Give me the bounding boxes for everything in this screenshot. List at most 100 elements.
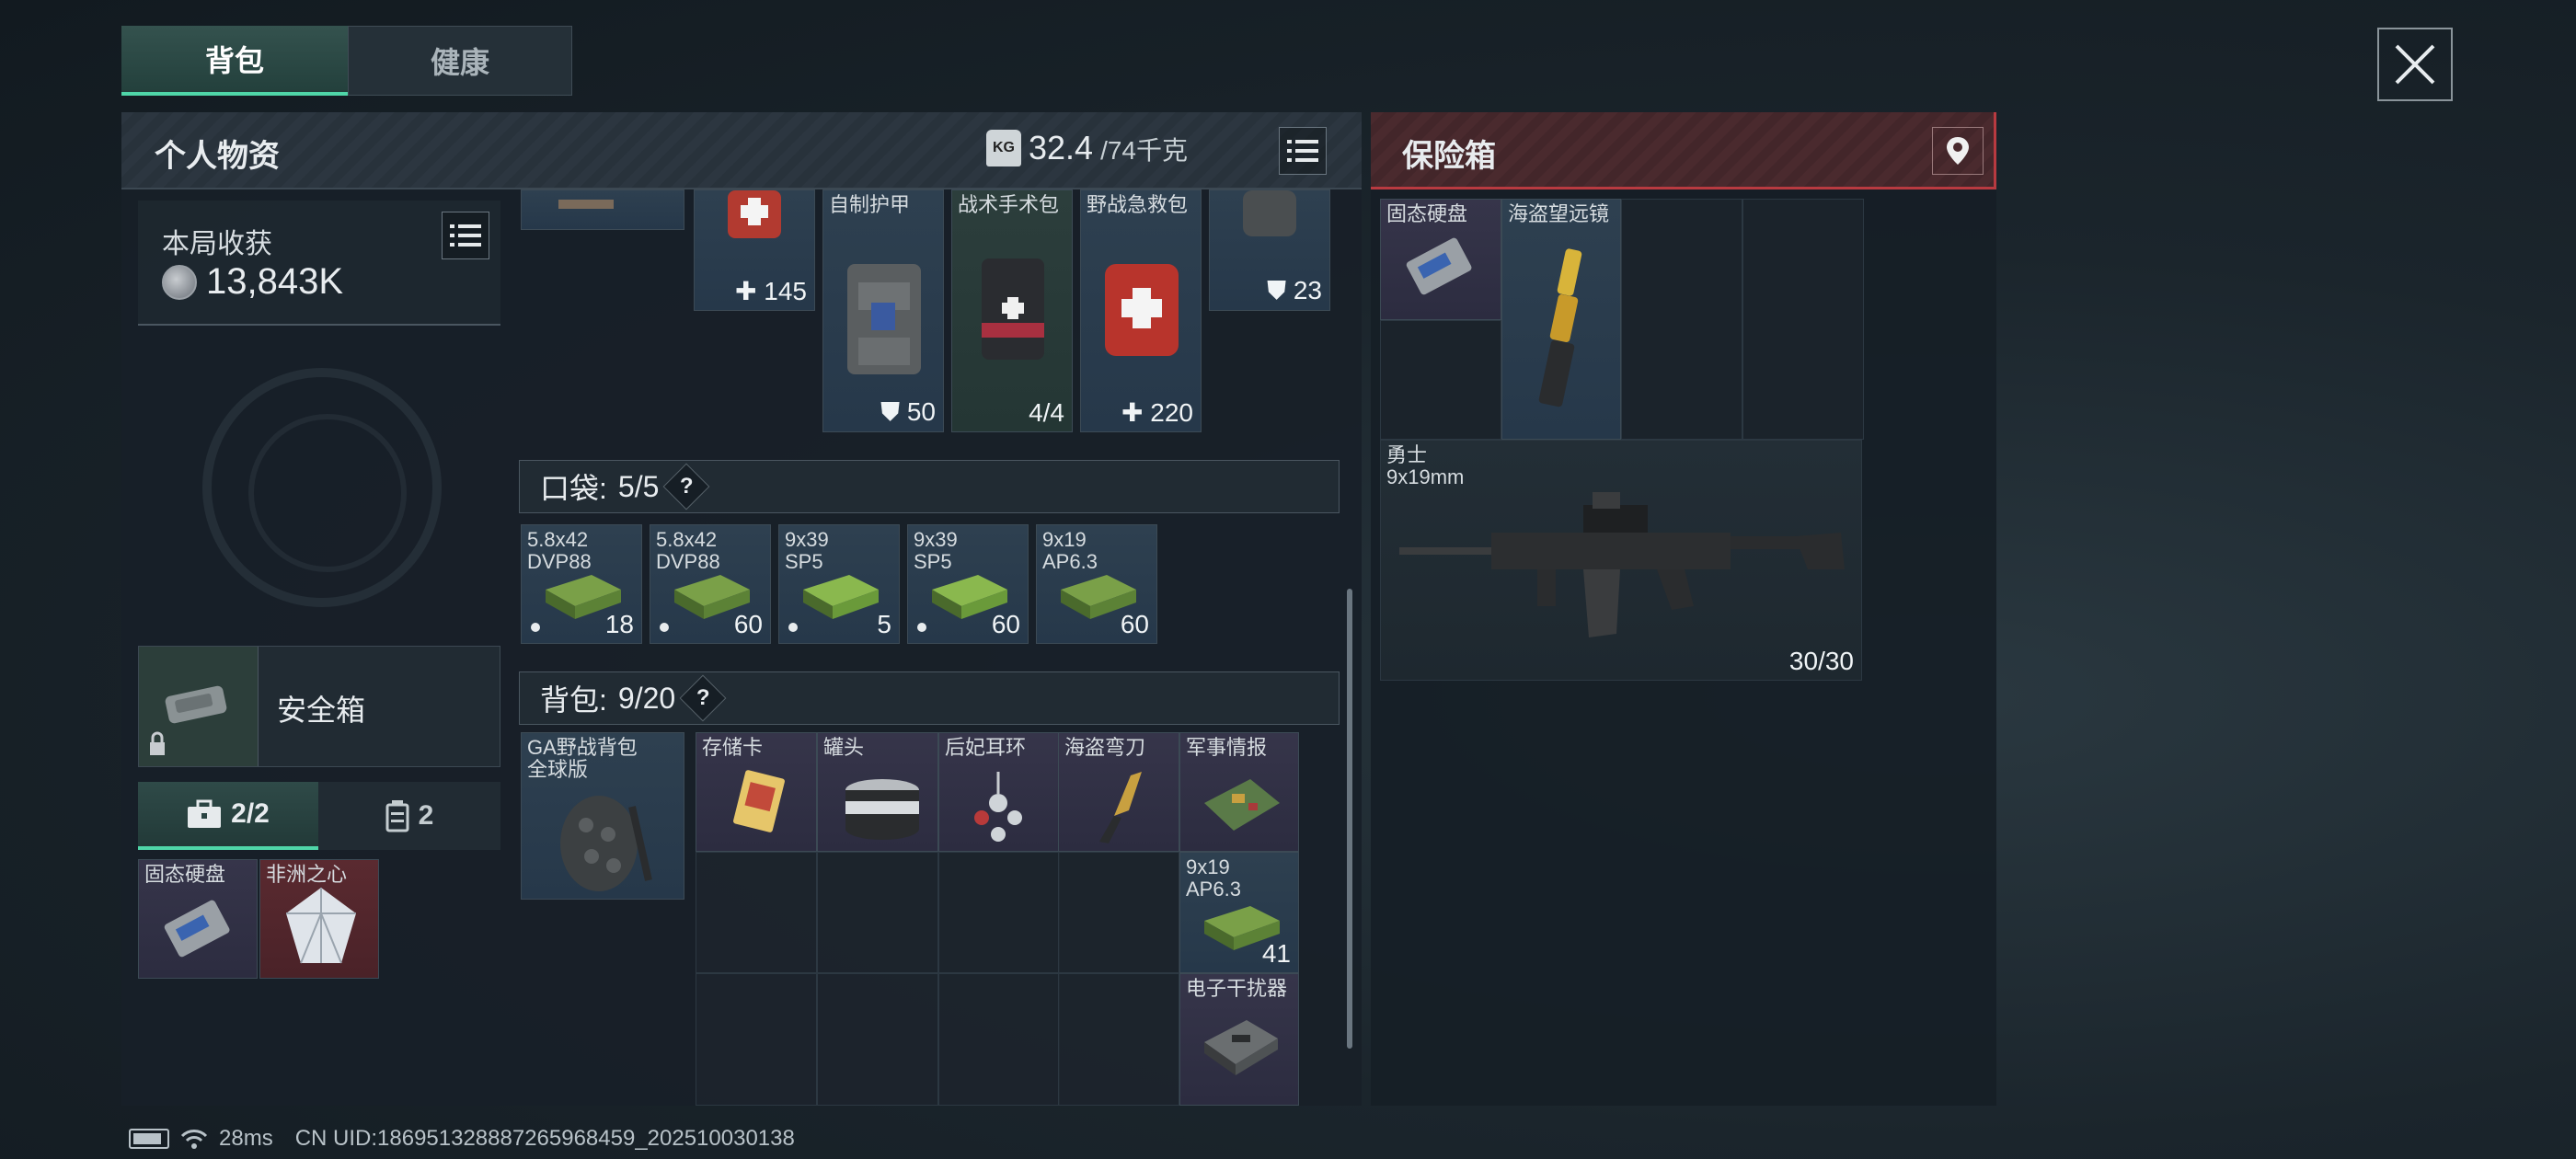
empty-slot[interactable] (938, 852, 1060, 973)
bag-item[interactable]: 军事情报 (1179, 732, 1299, 852)
pocket-item[interactable]: 5.8x42 DVP88 60 (650, 524, 771, 644)
first-aid-icon (1105, 264, 1179, 356)
item-name: GA野战背包 全球版 (527, 736, 638, 781)
pocket-header: 口袋: 5/5 ? (519, 460, 1340, 513)
close-button[interactable] (2377, 28, 2453, 101)
pocket-item[interactable]: 5.8x42 DVP88 18 (521, 524, 642, 644)
plus-icon: ✚ (1121, 398, 1151, 427)
status-bar: 28ms CN UID:186951328887265968459_202510… (129, 1126, 795, 1152)
pocket-item[interactable]: 9x19 AP6.3 60 (1036, 524, 1157, 644)
empty-slot[interactable] (1742, 199, 1864, 440)
ammo-dot-icon (917, 623, 926, 632)
gear-slot-partial[interactable] (521, 189, 684, 230)
item-name: 后妃耳环 (945, 736, 1027, 759)
pocket-item[interactable]: 9x39 SP5 5 (778, 524, 900, 644)
item-name: 5.8x42 DVP88 (656, 528, 720, 573)
bag-item[interactable]: 电子干扰器 (1179, 973, 1299, 1106)
case-icon (385, 800, 409, 832)
personal-header: 个人物资 KG 32.4 /74千克 (121, 112, 1362, 189)
personal-title: 个人物资 (155, 139, 280, 174)
item-name: 自制护甲 (829, 193, 911, 216)
gear-slot-medkit-small[interactable]: ✚ 145 (694, 189, 815, 311)
smg-icon (1399, 492, 1845, 637)
bag-item[interactable]: 后妃耳环 (938, 732, 1060, 852)
tab-toolbox[interactable]: 2/2 (138, 782, 318, 850)
pocket-help-button[interactable]: ? (662, 463, 710, 511)
item-count: 60 (991, 610, 1020, 638)
empty-slot[interactable] (1621, 199, 1742, 440)
memory-card-icon (733, 770, 785, 832)
safe-box-item[interactable]: 固态硬盘 (1380, 199, 1501, 320)
empty-slot[interactable] (1058, 852, 1179, 973)
bag-label: 背包: (540, 683, 607, 717)
item-name: 电子干扰器 (1186, 977, 1288, 1000)
safe-box-item[interactable]: 海盗望远镜 (1501, 199, 1621, 440)
plus-icon: ✚ (735, 277, 765, 305)
diamond-icon (286, 888, 356, 964)
bag-item[interactable]: 罐头 (817, 732, 938, 852)
safebox-slot[interactable]: 安全箱 (138, 646, 500, 767)
backpack-equipment-slot[interactable]: GA野战背包 全球版 (521, 732, 684, 900)
empty-slot[interactable] (1380, 320, 1501, 440)
gear-slot-helmet[interactable]: ⛊ 23 (1209, 189, 1330, 311)
gear-slot-surgery-kit[interactable]: 战术手术包 4/4 (951, 189, 1073, 432)
locate-button[interactable] (1932, 127, 1984, 175)
safebox-thumb (139, 647, 259, 766)
safe-slot-item[interactable]: 非洲之心 (259, 859, 379, 979)
gear-slot-first-aid[interactable]: 野战急救包 ✚ 220 (1080, 189, 1202, 432)
safebox-label: 安全箱 (277, 694, 366, 727)
earring-icon (974, 772, 1022, 842)
armor-icon (847, 264, 921, 374)
empty-slot[interactable] (817, 973, 938, 1106)
machete-icon (1099, 772, 1142, 843)
item-name: 海盗望远镜 (1508, 202, 1610, 225)
sort-button[interactable] (1279, 127, 1327, 175)
empty-slot[interactable] (817, 852, 938, 973)
item-name: 勇士 9x19mm (1386, 443, 1465, 488)
wifi-icon (180, 1130, 208, 1149)
battery-icon (129, 1129, 169, 1149)
tab-backpack[interactable]: 背包 (121, 26, 348, 96)
ammo-dot-icon (531, 623, 540, 632)
safe-box-weapon-slot[interactable]: 勇士 9x19mm 30/30 (1380, 440, 1862, 681)
bag-header: 背包: 9/20 ? (519, 671, 1340, 725)
item-name: 9x39 SP5 (785, 528, 829, 573)
item-name: 存储卡 (702, 736, 764, 759)
backpack-icon (560, 796, 652, 891)
item-count: ⛊ 50 (880, 397, 936, 426)
help-icon: ? (696, 684, 710, 710)
empty-slot[interactable] (696, 852, 817, 973)
bag-capacity: 9/20 (617, 681, 676, 715)
item-name: 固态硬盘 (1386, 202, 1468, 225)
item-count: 30/30 (1788, 647, 1854, 675)
harvest-list-button[interactable] (442, 212, 489, 259)
weight-icon: KG (986, 130, 1021, 166)
coin-icon (162, 264, 197, 300)
item-name: 9x19 AP6.3 (1186, 855, 1241, 901)
item-name: 海盗弯刀 (1064, 736, 1146, 759)
cases-count: 2 (418, 800, 434, 831)
toolbox-count: 2/2 (231, 798, 270, 829)
tab-cases[interactable]: 2 (318, 782, 500, 850)
tab-health[interactable]: 健康 (348, 26, 572, 96)
intel-board-icon (1204, 779, 1280, 831)
item-name: 野战急救包 (1087, 193, 1189, 216)
gear-slot-armor[interactable]: 自制护甲 ⛊ 50 (822, 189, 944, 432)
faction-emblem (202, 368, 442, 607)
list-icon (450, 224, 481, 247)
bag-help-button[interactable]: ? (679, 674, 727, 722)
item-name: 非洲之心 (266, 863, 348, 886)
item-count: ✚ 145 (735, 277, 807, 305)
safe-slot-item[interactable]: 固态硬盘 (138, 859, 258, 979)
empty-slot[interactable] (696, 973, 817, 1106)
pocket-item[interactable]: 9x39 SP5 60 (907, 524, 1029, 644)
uid-text: CN UID:186951328887265968459_20251003013… (294, 1126, 795, 1151)
safebox-icon (150, 685, 227, 755)
empty-slot[interactable] (1058, 973, 1179, 1106)
bag-item[interactable]: 海盗弯刀 (1058, 732, 1179, 852)
inventory-scrollbar[interactable] (1347, 589, 1352, 1049)
bag-item[interactable]: 存储卡 (696, 732, 817, 852)
empty-slot[interactable] (938, 973, 1060, 1106)
item-name: 9x19 AP6.3 (1042, 528, 1098, 573)
bag-item[interactable]: 9x19 AP6.3 41 (1179, 852, 1299, 973)
